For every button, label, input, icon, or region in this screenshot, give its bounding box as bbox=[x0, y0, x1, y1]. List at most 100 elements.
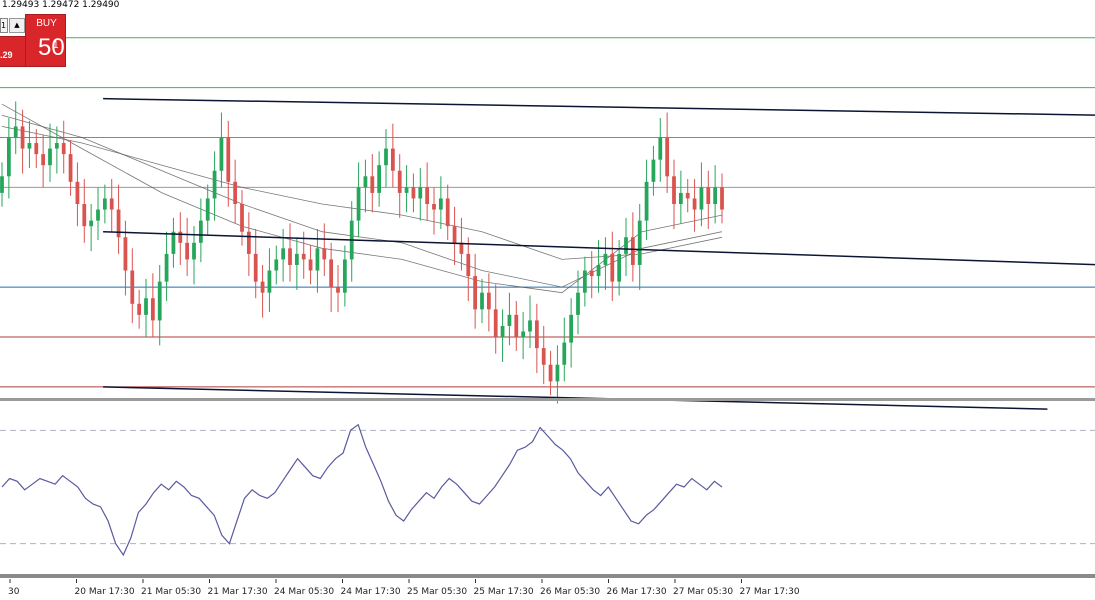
candle-body bbox=[418, 187, 423, 199]
candle bbox=[541, 325, 546, 385]
candle-body bbox=[96, 209, 100, 221]
candle bbox=[452, 206, 457, 265]
oscillator-pane-bottom-border bbox=[0, 574, 1095, 578]
candle bbox=[233, 159, 238, 224]
candle-body bbox=[425, 187, 430, 204]
candle-body bbox=[555, 364, 560, 382]
trendline-0[interactable] bbox=[103, 97, 1095, 116]
candle-body bbox=[315, 248, 320, 271]
x-tick-label: 27 Mar 17:30 bbox=[740, 587, 800, 597]
candle-body bbox=[20, 126, 25, 149]
candle bbox=[397, 154, 402, 218]
candle-body bbox=[582, 270, 587, 293]
candle-body bbox=[294, 253, 299, 265]
candle bbox=[164, 231, 169, 301]
candle-body bbox=[274, 259, 279, 271]
x-tick-label: 20 Mar 17:30 bbox=[75, 587, 135, 597]
candle-body bbox=[569, 314, 574, 343]
candle-body bbox=[404, 187, 409, 193]
candle bbox=[226, 120, 231, 207]
candle bbox=[137, 289, 142, 329]
candle-body bbox=[363, 176, 368, 188]
candle-body bbox=[130, 270, 135, 304]
candle-body bbox=[473, 276, 478, 310]
candle bbox=[630, 212, 635, 282]
candle-body bbox=[260, 281, 265, 293]
candle bbox=[665, 112, 670, 193]
candle-body bbox=[493, 309, 498, 338]
oscillator-pane bbox=[0, 423, 1095, 557]
price-chart[interactable]: 30 20 Mar 17:30 21 Mar 05:30 21 Mar 17:30 24… bbox=[0, 0, 1095, 600]
candle-body bbox=[144, 298, 148, 315]
candle-body bbox=[157, 281, 162, 321]
candle bbox=[562, 317, 567, 382]
quantity-stepper[interactable]: ▲ bbox=[9, 18, 25, 33]
candle bbox=[651, 145, 656, 196]
candle-body bbox=[329, 259, 334, 288]
candle bbox=[624, 217, 628, 277]
candle bbox=[377, 151, 382, 207]
candle-body bbox=[54, 143, 59, 149]
candle-body bbox=[589, 270, 594, 277]
candle-body bbox=[82, 204, 87, 227]
candle bbox=[685, 179, 690, 213]
candle-body bbox=[438, 198, 443, 210]
candle bbox=[13, 101, 18, 155]
candle-body bbox=[205, 198, 210, 221]
candle-body bbox=[0, 176, 4, 193]
candle bbox=[349, 201, 354, 282]
candle-body bbox=[507, 314, 512, 326]
buy-button[interactable]: BUY 50 1 bbox=[25, 14, 66, 67]
candle-body bbox=[150, 298, 155, 321]
candle-body bbox=[452, 226, 457, 243]
candle-body bbox=[637, 220, 642, 265]
candle bbox=[0, 162, 4, 207]
candle bbox=[425, 162, 430, 221]
candle-body bbox=[68, 154, 73, 182]
candle-body bbox=[541, 348, 546, 365]
candle bbox=[34, 129, 39, 168]
candle bbox=[466, 237, 471, 301]
candle-body bbox=[384, 148, 388, 166]
candle bbox=[404, 165, 409, 213]
candle-body bbox=[678, 192, 683, 204]
candle-body bbox=[445, 198, 450, 227]
candle-body bbox=[665, 137, 670, 177]
candle-body bbox=[713, 187, 718, 204]
one-click-trade-panel: 1 ▲ .29 BUY 50 1 bbox=[0, 14, 66, 67]
candle-body bbox=[267, 270, 272, 293]
candle-body bbox=[603, 253, 608, 265]
candle bbox=[672, 159, 676, 229]
candle-body bbox=[432, 204, 436, 210]
candle bbox=[603, 237, 608, 290]
sell-price-box[interactable]: .29 bbox=[0, 36, 25, 67]
candle-body bbox=[123, 237, 128, 271]
candle-body bbox=[342, 259, 347, 293]
candle bbox=[219, 112, 224, 188]
candle-body bbox=[171, 231, 176, 254]
candle-body bbox=[514, 314, 519, 338]
candle-body bbox=[500, 325, 505, 338]
main-pane-bottom-border bbox=[0, 398, 1095, 401]
candle-body bbox=[233, 181, 238, 204]
candle bbox=[514, 301, 519, 351]
candle-body bbox=[308, 259, 313, 271]
candle-body bbox=[624, 237, 628, 254]
x-tick-label: 25 Mar 05:30 bbox=[407, 587, 467, 597]
candle bbox=[240, 190, 244, 246]
pane-separators bbox=[0, 398, 1095, 578]
candle bbox=[521, 312, 526, 360]
sell-button-stub[interactable]: 1 bbox=[0, 18, 8, 33]
candle-body bbox=[466, 253, 471, 277]
candle-body bbox=[672, 176, 676, 204]
candle-body bbox=[644, 181, 649, 221]
buy-price-big: 50 bbox=[38, 34, 65, 61]
x-tick-label: 25 Mar 17:30 bbox=[474, 587, 534, 597]
candle bbox=[582, 256, 587, 307]
oscillator-line bbox=[1, 423, 723, 557]
candle-body bbox=[102, 198, 107, 210]
candle bbox=[329, 242, 334, 313]
candle bbox=[205, 184, 210, 235]
candle-body bbox=[13, 126, 18, 138]
candle-body bbox=[548, 364, 553, 382]
